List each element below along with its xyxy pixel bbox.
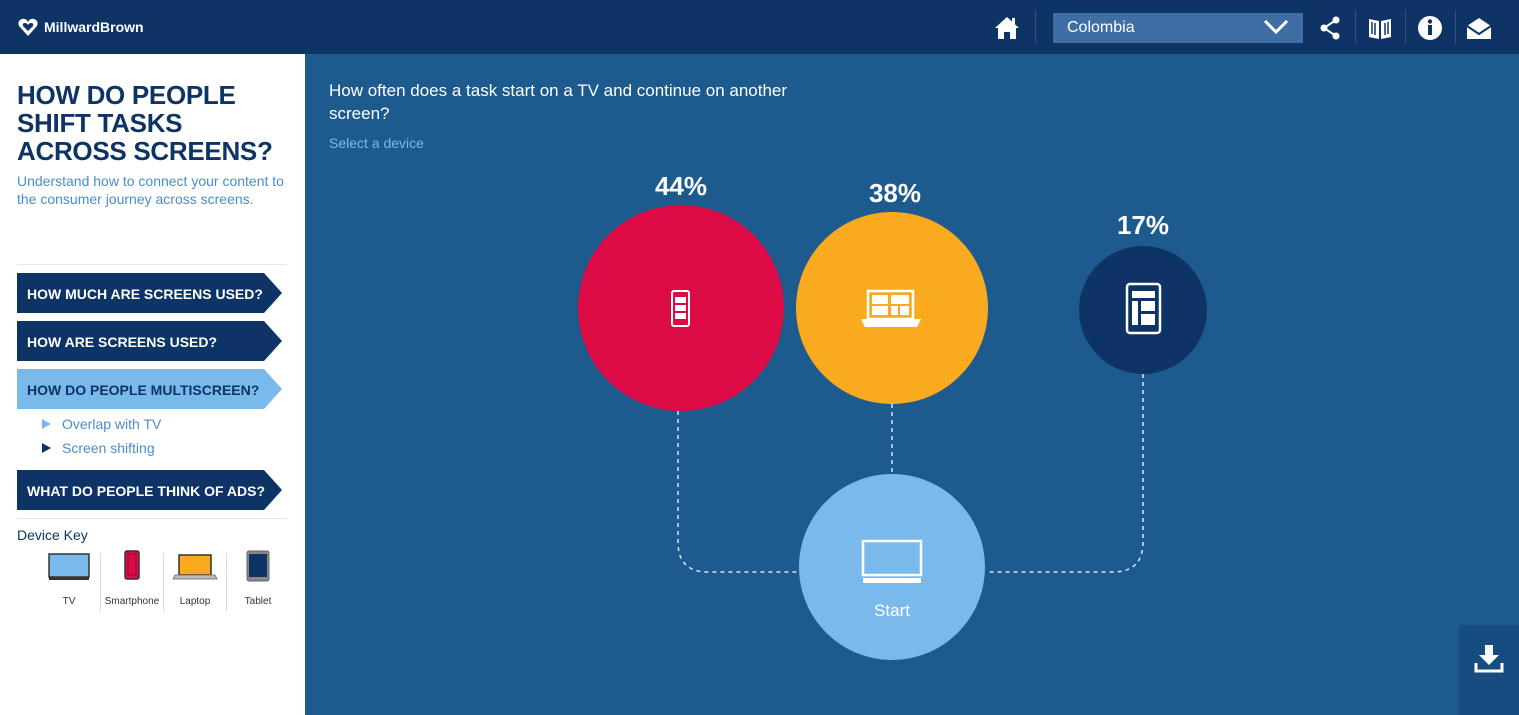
toolbar-divider: [1035, 10, 1036, 44]
info-button[interactable]: [1414, 12, 1446, 44]
device-bubble-smartphone[interactable]: [578, 205, 784, 411]
subnav-item-screen-shifting[interactable]: Screen shifting: [42, 440, 155, 456]
start-circle: [799, 474, 985, 660]
main-panel: How often does a task start on a TV and …: [305, 54, 1519, 715]
laptop-icon: [172, 554, 218, 580]
subnav-item-label: Screen shifting: [62, 440, 155, 456]
connector-tablet: [987, 374, 1144, 573]
subnav-item-label: Overlap with TV: [62, 416, 162, 432]
top-bar: MillwardBrown Colombia: [0, 0, 1519, 54]
country-select-value: Colombia: [1067, 19, 1135, 36]
percent-label-laptop: 38%: [868, 178, 922, 208]
share-icon: [1320, 16, 1340, 40]
info-icon: [1418, 16, 1442, 40]
device-key-laptop: Laptop: [164, 548, 226, 607]
percent-label-smartphone: 44%: [654, 171, 708, 201]
library-button[interactable]: [1364, 12, 1396, 44]
device-key-tv: TV: [38, 548, 100, 607]
download-icon: [1474, 645, 1504, 673]
sidebar: HOW DO PEOPLE SHIFT TASKS ACROSS SCREENS…: [0, 54, 305, 715]
subnav-item-overlap-tv[interactable]: Overlap with TV: [42, 416, 161, 432]
device-key-label: Tablet: [244, 596, 272, 607]
contact-button[interactable]: [1463, 12, 1495, 44]
nav-item-screens-used-amount[interactable]: HOW MUCH ARE SCREENS USED?: [17, 273, 282, 313]
page-subtitle: Understand how to connect your content t…: [17, 173, 284, 207]
device-key-title: Device Key: [17, 527, 88, 543]
nav-item-label: HOW MUCH ARE SCREENS USED?: [27, 286, 263, 302]
divider: [17, 264, 287, 265]
connector-smartphone: [677, 411, 798, 573]
brand-name: MillwardBrown: [44, 19, 144, 35]
logo-mark-icon: [18, 18, 38, 36]
nav-item-label: HOW DO PEOPLE MULTISCREEN?: [27, 382, 260, 398]
nav-item-ads[interactable]: WHAT DO PEOPLE THINK OF ADS?: [17, 470, 282, 510]
device-key-label: TV: [62, 596, 76, 607]
tablet-icon: [246, 550, 270, 582]
home-button[interactable]: [992, 13, 1022, 43]
triangle-right-icon: [42, 419, 51, 429]
home-icon: [995, 17, 1019, 39]
start-label: Start: [874, 601, 910, 620]
download-button[interactable]: [1459, 625, 1519, 715]
device-key-label: Smartphone: [104, 596, 160, 607]
device-key-tablet: Tablet: [227, 548, 289, 607]
nav-item-screens-used-how[interactable]: HOW ARE SCREENS USED?: [17, 321, 282, 361]
brand-logo[interactable]: MillwardBrown: [17, 17, 144, 37]
start-bubble-tv[interactable]: [799, 474, 985, 660]
share-button[interactable]: [1314, 12, 1346, 44]
percent-label-tablet: 17%: [1116, 210, 1170, 240]
toolbar-divider: [1455, 10, 1456, 44]
nav-item-label: WHAT DO PEOPLE THINK OF ADS?: [27, 483, 265, 499]
page-title: HOW DO PEOPLE SHIFT TASKS ACROSS SCREENS…: [17, 80, 273, 166]
device-bubble-tablet[interactable]: [1079, 246, 1207, 374]
device-bubble-laptop[interactable]: [796, 212, 988, 404]
triangle-right-icon: [42, 443, 51, 453]
chevron-down-icon: [1263, 19, 1289, 35]
nav-item-label: HOW ARE SCREENS USED?: [27, 334, 218, 350]
toolbar-divider: [1405, 10, 1406, 44]
tv-icon: [48, 553, 90, 580]
country-select[interactable]: Colombia: [1053, 13, 1303, 43]
divider: [17, 518, 287, 519]
device-key-label: Laptop: [179, 596, 211, 607]
smartphone-icon: [124, 550, 140, 580]
mail-icon: [1466, 18, 1492, 39]
book-icon: [1369, 19, 1391, 39]
nav-item-multiscreen[interactable]: HOW DO PEOPLE MULTISCREEN?: [17, 369, 282, 409]
device-key-smartphone: Smartphone: [101, 548, 163, 607]
toolbar-divider: [1355, 10, 1356, 44]
